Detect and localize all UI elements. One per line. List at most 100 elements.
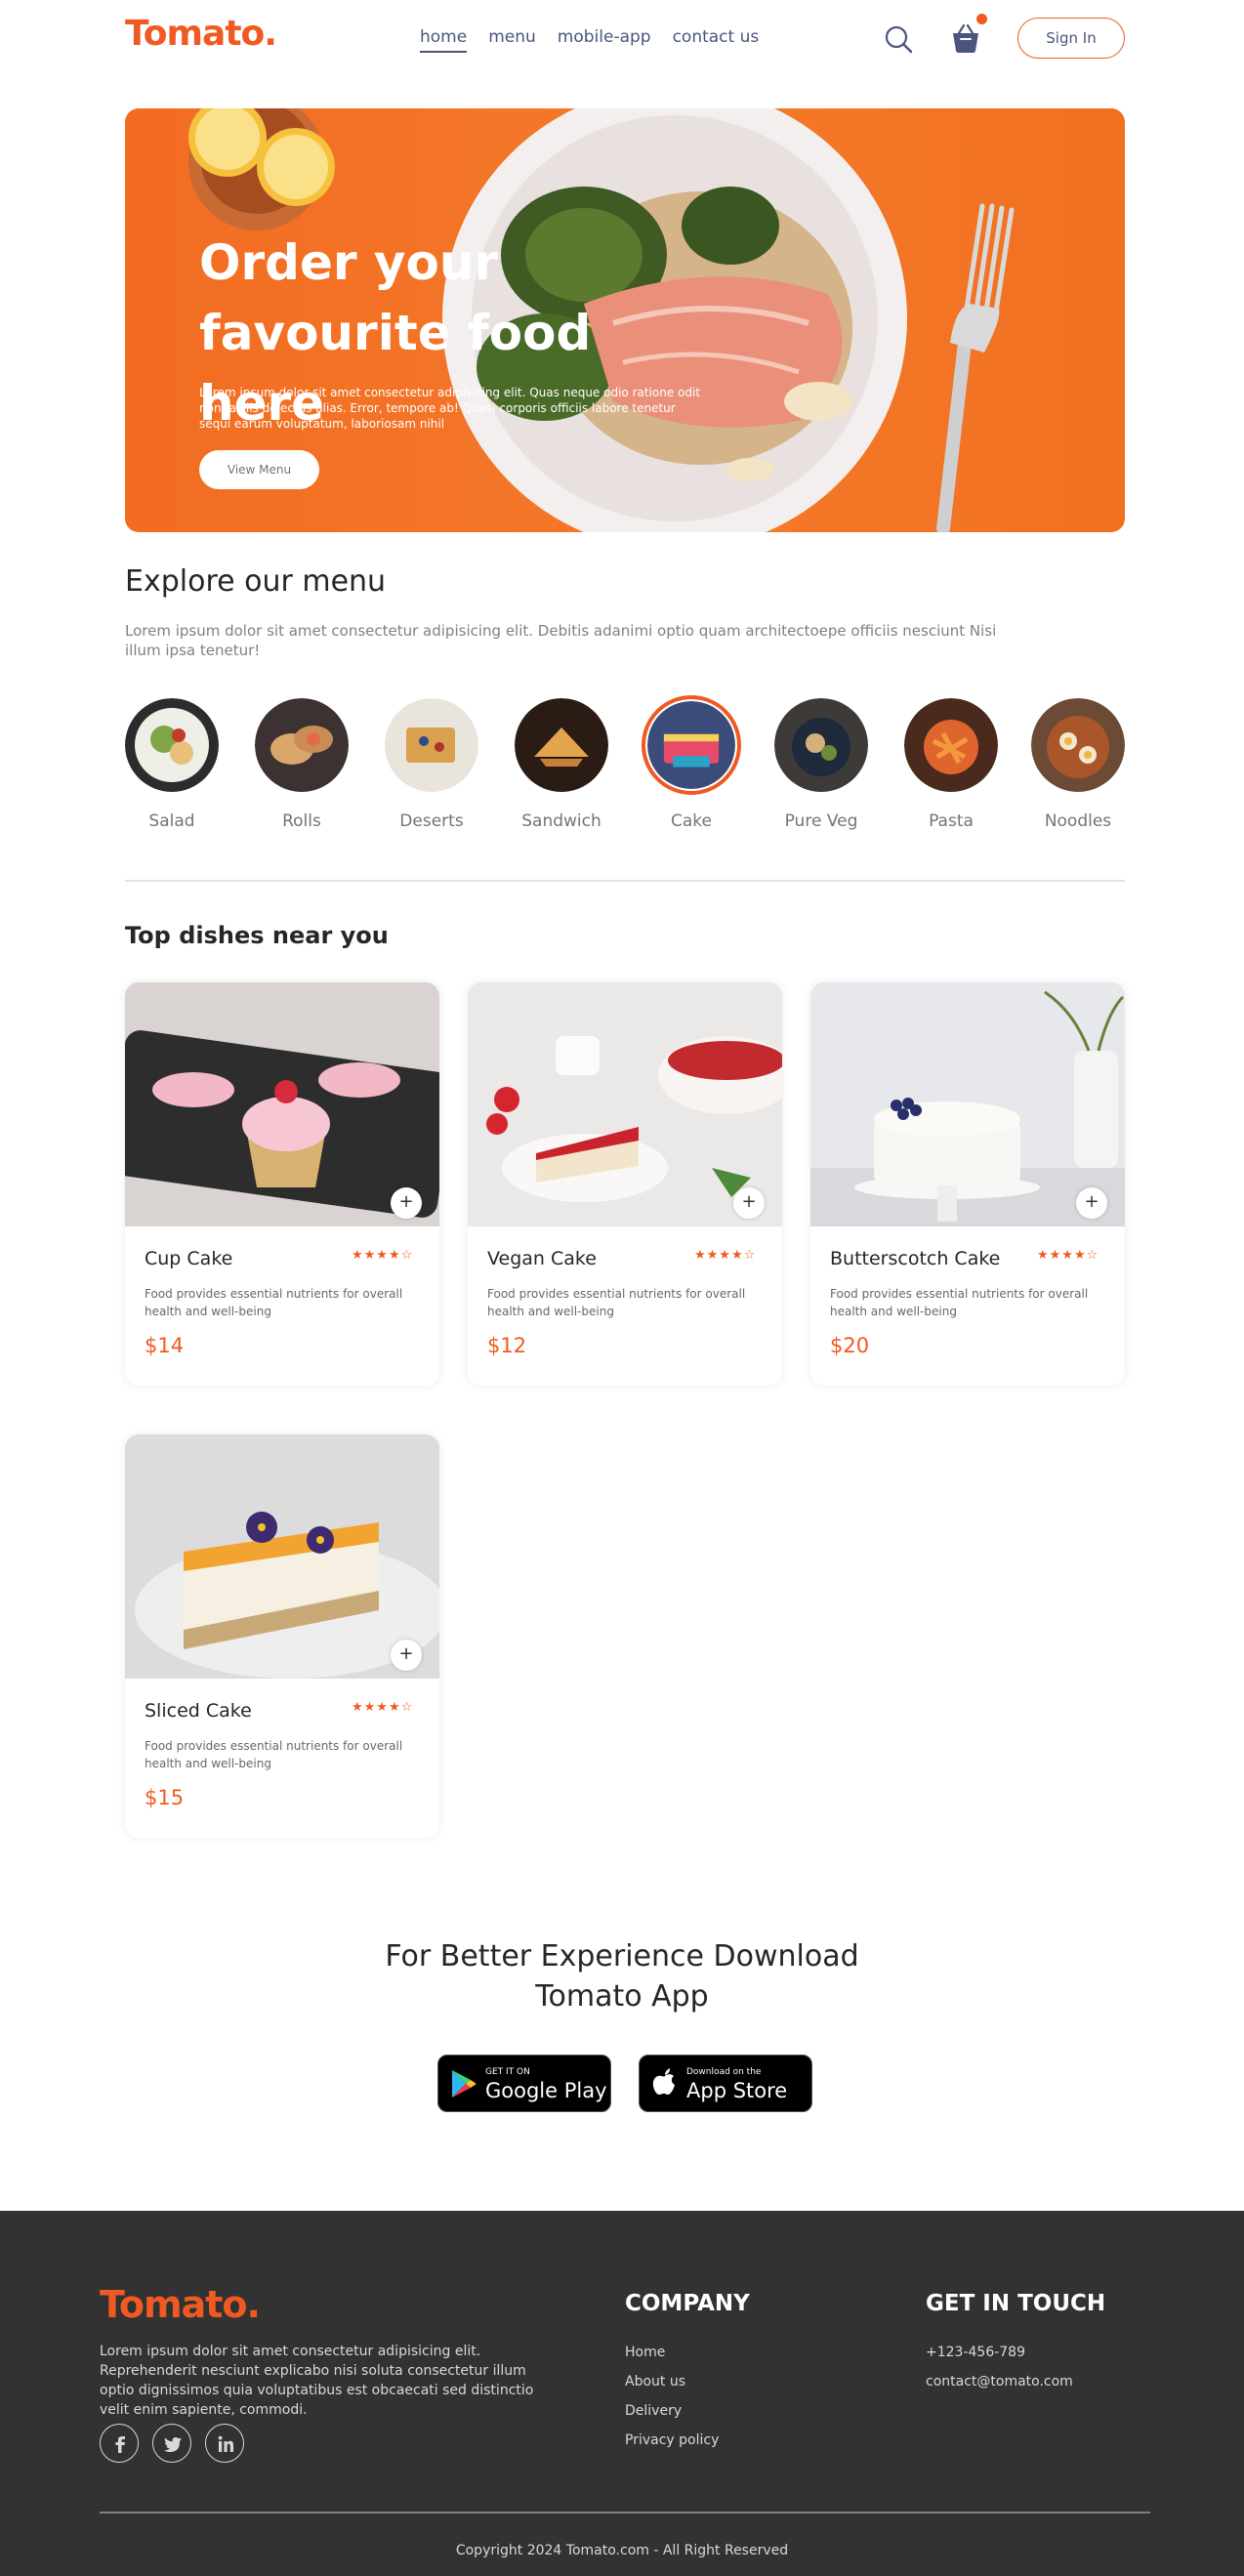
footer: Tomato. Lorem ipsum dolor sit amet conse… [0, 2211, 1244, 2576]
rating-stars-icon: ★★★★☆ [352, 1700, 414, 1715]
menu-item-cake[interactable]: Cake [642, 695, 741, 831]
food-price: $15 [145, 1786, 185, 1809]
nav-link-menu[interactable]: menu [488, 27, 536, 53]
navbar: Tomato. home menu mobile-app contact us … [0, 0, 1244, 78]
noodles-image [1031, 698, 1125, 792]
footer-description: Lorem ipsum dolor sit amet consectetur a… [100, 2344, 534, 2418]
menu-item-noodles[interactable]: Noodles [1031, 698, 1125, 831]
food-name: Vegan Cake [487, 1248, 597, 1269]
app-download-title-line-1: For Better Experience Download [385, 1939, 859, 1974]
facebook-icon[interactable] [100, 2424, 139, 2463]
menu-item-rolls[interactable]: Rolls [255, 698, 349, 831]
menu-item-label: Noodles [1044, 811, 1112, 831]
deserts-image [385, 698, 478, 792]
cup-cake-image [125, 982, 439, 1226]
apple-icon [652, 2068, 675, 2095]
app-store-button[interactable]: Download on the App Store [639, 2055, 812, 2112]
food-card[interactable]: + Sliced Cake ★★★★☆ Food provides essent… [125, 1434, 439, 1838]
rating-stars-icon: ★★★★☆ [694, 1248, 757, 1263]
food-name: Cup Cake [145, 1248, 233, 1269]
footer-link-delivery[interactable]: Delivery [625, 2396, 719, 2426]
app-download-title-line-2: Tomato App [535, 1979, 709, 2014]
menu-item-label: Deserts [399, 811, 464, 831]
footer-copyright: Copyright 2024 Tomato.com - All Right Re… [455, 2543, 789, 2558]
cake-image [642, 695, 741, 795]
nav-link-mobile-app[interactable]: mobile-app [558, 27, 651, 53]
pure-veg-image [774, 698, 868, 792]
add-to-cart-button[interactable]: + [391, 1187, 422, 1219]
search-icon[interactable] [883, 23, 914, 55]
rating-stars-icon: ★★★★☆ [1037, 1248, 1099, 1263]
google-play-small-text: GET IT ON [485, 2067, 530, 2077]
add-to-cart-button[interactable]: + [733, 1187, 765, 1219]
food-price: $12 [487, 1334, 527, 1357]
sandwich-image [515, 698, 608, 792]
menu-category-list: Salad Rolls Deserts Sandwich Cake Pure V… [125, 695, 1125, 835]
footer-company-title: COMPANY [625, 2291, 750, 2316]
rating-stars-icon: ★★★★☆ [352, 1248, 414, 1263]
logo[interactable]: Tomato. [125, 14, 277, 54]
basket-badge [976, 14, 987, 24]
app-store-small-text: Download on the [686, 2067, 762, 2077]
footer-phone: +123-456-789 [926, 2345, 1025, 2360]
footer-logo[interactable]: Tomato. [100, 2283, 261, 2326]
basket-icon[interactable] [949, 21, 982, 55]
pasta-image [904, 698, 998, 792]
footer-divider [100, 2512, 1150, 2514]
add-to-cart-button[interactable]: + [1076, 1187, 1107, 1219]
food-card[interactable]: + Butterscotch Cake ★★★★☆ Food provides … [810, 982, 1125, 1386]
menu-item-label: Pasta [929, 811, 974, 831]
app-download-title: For Better Experience Download Tomato Ap… [329, 1936, 915, 2016]
footer-contact-list: +123-456-789 contact@tomato.com [926, 2338, 1073, 2396]
menu-item-label: Cake [671, 811, 712, 831]
google-play-button[interactable]: GET IT ON Google Play [437, 2055, 611, 2112]
footer-company-links: Home About us Delivery Privacy policy [625, 2338, 719, 2455]
explore-menu-description: Lorem ipsum dolor sit amet consectetur a… [125, 622, 997, 659]
add-to-cart-button[interactable]: + [391, 1640, 422, 1671]
salad-image [125, 698, 219, 792]
menu-item-label: Rolls [282, 811, 321, 831]
hero-description: Lorem ipsum dolor sit amet consectetur a… [199, 386, 701, 431]
menu-item-pasta[interactable]: Pasta [904, 698, 998, 831]
google-play-icon [452, 2070, 477, 2098]
food-card[interactable]: + Vegan Cake ★★★★☆ Food provides essenti… [468, 982, 782, 1386]
menu-item-salad[interactable]: Salad [125, 698, 219, 831]
footer-contact-title: GET IN TOUCH [926, 2291, 1106, 2316]
food-name: Butterscotch Cake [830, 1248, 1001, 1269]
menu-item-sandwich[interactable]: Sandwich [515, 698, 608, 831]
menu-item-label: Salad [148, 811, 195, 831]
view-menu-button[interactable]: View Menu [199, 450, 319, 489]
menu-item-deserts[interactable]: Deserts [385, 698, 478, 831]
footer-email[interactable]: contact@tomato.com [926, 2367, 1073, 2396]
menu-item-pure-veg[interactable]: Pure Veg [774, 698, 868, 831]
app-store-label: App Store [686, 2079, 788, 2102]
footer-link-about-us[interactable]: About us [625, 2367, 719, 2396]
hero-banner: Order your favourite food here Lorem ips… [125, 108, 1125, 532]
butterscotch-cake-image [810, 982, 1125, 1226]
google-play-label: Google Play [485, 2079, 607, 2102]
explore-menu-title: Explore our menu [125, 564, 387, 599]
food-description: Food provides essential nutrients for ov… [145, 1287, 403, 1318]
footer-link-privacy-policy[interactable]: Privacy policy [625, 2426, 719, 2455]
food-description: Food provides essential nutrients for ov… [145, 1739, 403, 1770]
section-divider [125, 880, 1125, 882]
rolls-image [255, 698, 349, 792]
food-price: $20 [830, 1334, 870, 1357]
food-description: Food provides essential nutrients for ov… [830, 1287, 1089, 1318]
menu-item-label: Sandwich [521, 811, 601, 831]
food-description: Food provides essential nutrients for ov… [487, 1287, 746, 1318]
nav-links: home menu mobile-app contact us [420, 27, 759, 53]
food-name: Sliced Cake [145, 1700, 252, 1722]
menu-item-label: Pure Veg [784, 811, 858, 831]
footer-link-home[interactable]: Home [625, 2338, 719, 2367]
twitter-icon[interactable] [152, 2424, 191, 2463]
nav-link-contact-us[interactable]: contact us [673, 27, 760, 53]
linkedin-icon[interactable] [205, 2424, 244, 2463]
nav-link-home[interactable]: home [420, 27, 468, 53]
sign-in-button[interactable]: Sign In [1017, 18, 1125, 59]
food-card[interactable]: + Cup Cake ★★★★☆ Food provides essential… [125, 982, 439, 1386]
sliced-cake-image [125, 1434, 439, 1679]
vegan-cake-image [468, 982, 782, 1226]
top-dishes-title: Top dishes near you [125, 922, 389, 949]
food-price: $14 [145, 1334, 185, 1357]
